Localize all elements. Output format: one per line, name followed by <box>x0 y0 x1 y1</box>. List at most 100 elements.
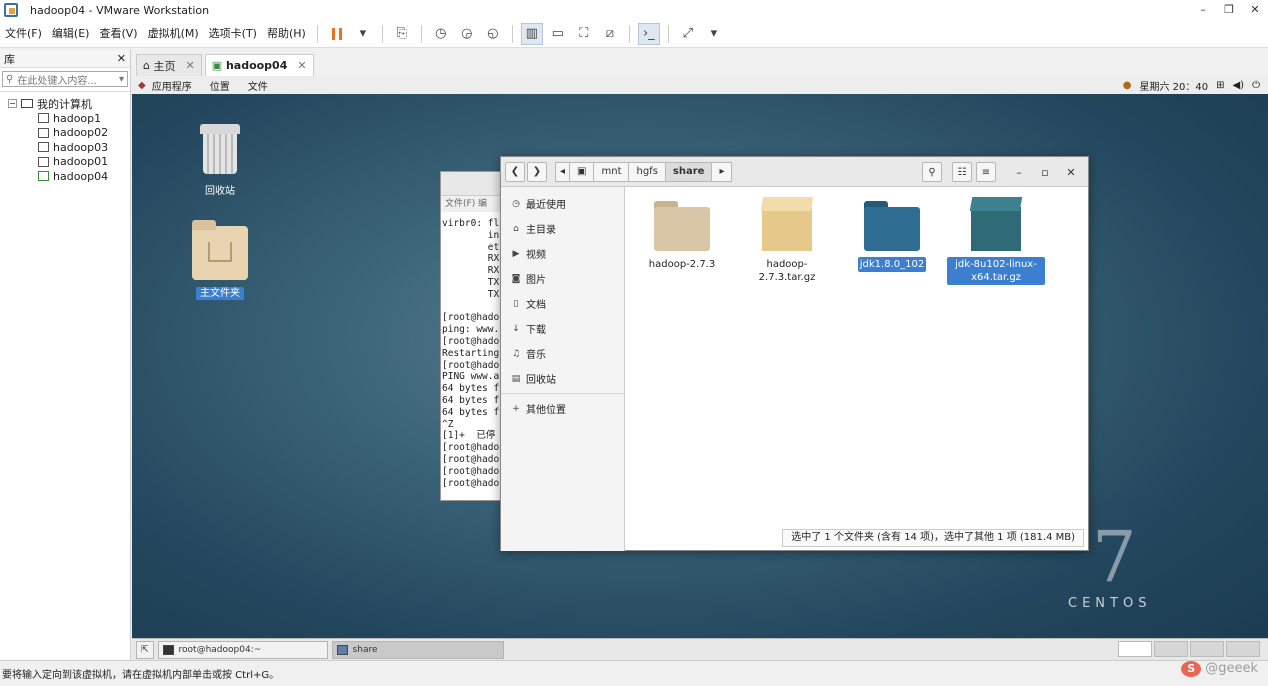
revert-snapshot-icon[interactable]: ◶ <box>456 23 478 45</box>
menu-files[interactable]: 文件 <box>248 78 268 93</box>
sidebar-label: 音乐 <box>526 350 546 361</box>
clock[interactable]: 星期六 20：40 <box>1139 78 1208 93</box>
file-item-hadoop-folder[interactable]: hadoop-2.7.3 <box>632 197 732 272</box>
sidebar-item-trash[interactable]: ▤ 回收站 <box>501 366 624 391</box>
library-view-icon[interactable]: ▥ <box>520 22 543 45</box>
guest-taskbar: ⇱ root@hadoop04:~ share <box>132 638 1268 660</box>
sidebar-item-other-locations[interactable]: + 其他位置 <box>501 396 624 421</box>
back-button[interactable]: ❮ <box>505 161 525 182</box>
home-icon: ⌂ <box>513 223 519 234</box>
breadcrumb-share[interactable]: share <box>665 161 713 182</box>
fm-minimize-icon[interactable]: – <box>1008 166 1030 179</box>
sidebar-item-documents[interactable]: ▯ 文档 <box>501 291 624 316</box>
power-icon[interactable]: ⏻ <box>1252 80 1260 91</box>
menu-file[interactable]: 文件(F) <box>0 20 47 48</box>
file-item-jdk-archive[interactable]: jdk-8u102-linux-x64.tar.gz <box>947 197 1045 285</box>
tab-home[interactable]: ⌂ 主页 ✕ <box>136 54 202 76</box>
volume-icon[interactable]: ◀) <box>1232 80 1244 91</box>
terminal-line: [root@hado <box>442 359 500 371</box>
trash-can <box>203 134 237 174</box>
tree-item-vm-running[interactable]: hadoop04 <box>0 169 130 184</box>
stretch-dropdown-icon[interactable]: ▾ <box>703 23 725 45</box>
terminal-menu[interactable]: 文件(F) 编 <box>441 196 503 212</box>
sidebar-item-music[interactable]: ♫ 音乐 <box>501 341 624 366</box>
tree-item-vm[interactable]: hadoop02 <box>0 126 130 141</box>
fullscreen-icon[interactable]: ⛶ <box>573 23 595 45</box>
task-terminal[interactable]: root@hadoop04:~ <box>157 640 328 659</box>
file-name: jdk1.8.0_102 <box>857 257 927 272</box>
task-share[interactable]: share <box>331 640 504 659</box>
network-icon[interactable]: ⊞ <box>1216 80 1224 91</box>
terminal-window[interactable]: 文件(F) 编 virbr0: fl in et RX RX TX TX [ro… <box>440 171 504 501</box>
suspend-button[interactable] <box>326 23 348 45</box>
workspace-4[interactable] <box>1226 641 1260 657</box>
menu-edit[interactable]: 编辑(E) <box>47 20 95 48</box>
workspace-3[interactable] <box>1190 641 1224 657</box>
breadcrumb-hgfs[interactable]: hgfs <box>629 161 666 182</box>
tree-item-vm[interactable]: hadoop1 <box>0 111 130 126</box>
menu-places[interactable]: 位置 <box>210 78 230 93</box>
breadcrumb-disk-icon[interactable]: ▣ <box>570 161 595 182</box>
menu-button[interactable]: ≡ <box>976 162 996 182</box>
fm-close-icon[interactable]: ✕ <box>1060 166 1082 179</box>
tab-close-icon[interactable]: ✕ <box>185 59 194 72</box>
library-search-input[interactable]: ⚲ 在此处键入内容... ▾ <box>2 71 128 87</box>
maximize-button[interactable]: ❐ <box>1216 0 1242 20</box>
sidebar-item-videos[interactable]: ▶ 视频 <box>501 241 624 266</box>
snapshot-icon[interactable]: ◷ <box>430 23 452 45</box>
console-view-icon[interactable]: ›_ <box>637 22 660 45</box>
breadcrumb-left-arrow-icon[interactable]: ◂ <box>555 161 571 182</box>
sidebar-item-home[interactable]: ⌂ 主目录 <box>501 216 624 241</box>
guest-screen[interactable]: ◆ 应用程序 位置 文件 ● 星期六 20：40 ⊞ ◀) ⏻ 回收站 主文件夹… <box>132 76 1268 660</box>
trash-icon[interactable] <box>200 124 240 176</box>
breadcrumb-right-arrow-icon[interactable]: ▸ <box>712 161 733 182</box>
tab-close-icon[interactable]: ✕ <box>297 59 306 72</box>
sidebar-label: 回收站 <box>526 375 556 386</box>
tree-item-vm[interactable]: hadoop03 <box>0 140 130 155</box>
fm-maximize-icon[interactable]: ▫ <box>1034 166 1056 179</box>
menu-vm[interactable]: 虚拟机(M) <box>143 20 204 48</box>
breadcrumb: ◂ ▣ mnt hgfs share ▸ <box>555 161 733 182</box>
sidebar-item-recent[interactable]: ◷ 最近使用 <box>501 191 624 216</box>
menu-tabs[interactable]: 选项卡(T) <box>204 20 262 48</box>
snapshot-manager-icon[interactable]: ◵ <box>482 23 504 45</box>
terminal-header <box>441 172 503 196</box>
home-folder-icon[interactable] <box>192 220 248 280</box>
search-icon: ⚲ <box>6 73 14 85</box>
tree-root-my-computer[interactable]: − 我的计算机 <box>0 96 130 111</box>
sidebar-label: 文档 <box>526 300 546 311</box>
sidebar-item-pictures[interactable]: ◙ 图片 <box>501 266 624 291</box>
close-button[interactable]: ✕ <box>1242 0 1268 20</box>
send-ctrl-alt-del-icon[interactable]: ⎘ <box>391 23 413 45</box>
vm-label: hadoop03 <box>53 140 109 154</box>
collapse-icon[interactable]: − <box>8 99 17 108</box>
file-item-hadoop-archive[interactable]: hadoop-2.7.3.tar.gz <box>737 197 837 285</box>
home-folder-label-text: 主文件夹 <box>196 287 244 300</box>
workspace-1[interactable] <box>1118 641 1152 657</box>
sidebar-item-downloads[interactable]: ↓ 下载 <box>501 316 624 341</box>
power-dropdown-icon[interactable]: ▾ <box>352 23 374 45</box>
forward-button[interactable]: ❯ <box>527 161 547 182</box>
centos-brand: CENTOS <box>1068 596 1152 611</box>
menu-help[interactable]: 帮助(H) <box>262 20 311 48</box>
task-label: share <box>352 644 378 655</box>
tree-item-vm[interactable]: hadoop01 <box>0 155 130 170</box>
search-dropdown-icon[interactable]: ▾ <box>119 74 124 85</box>
workspace-2[interactable] <box>1154 641 1188 657</box>
unity-icon[interactable]: ⧄ <box>599 23 621 45</box>
tab-hadoop04[interactable]: ▣ hadoop04 ✕ <box>204 54 314 76</box>
terminal-line: [root@hado <box>442 465 500 477</box>
breadcrumb-mnt[interactable]: mnt <box>594 161 630 182</box>
terminal-line: ^Z <box>442 418 454 430</box>
view-list-button[interactable]: ☷ <box>952 162 972 182</box>
minimize-button[interactable]: – <box>1190 0 1216 20</box>
notification-icon[interactable]: ● <box>1123 80 1132 91</box>
stretch-guest-icon[interactable]: ⤢ <box>677 23 699 45</box>
menu-view[interactable]: 查看(V) <box>94 20 142 48</box>
show-desktop-button[interactable]: ⇱ <box>136 640 154 659</box>
thumbnail-bar-icon[interactable]: ▭ <box>547 23 569 45</box>
menu-applications[interactable]: 应用程序 <box>152 78 192 93</box>
search-button[interactable]: ⚲ <box>922 162 942 182</box>
library-close-icon[interactable]: ✕ <box>117 52 126 65</box>
file-item-jdk-folder[interactable]: jdk1.8.0_102 <box>842 197 942 272</box>
